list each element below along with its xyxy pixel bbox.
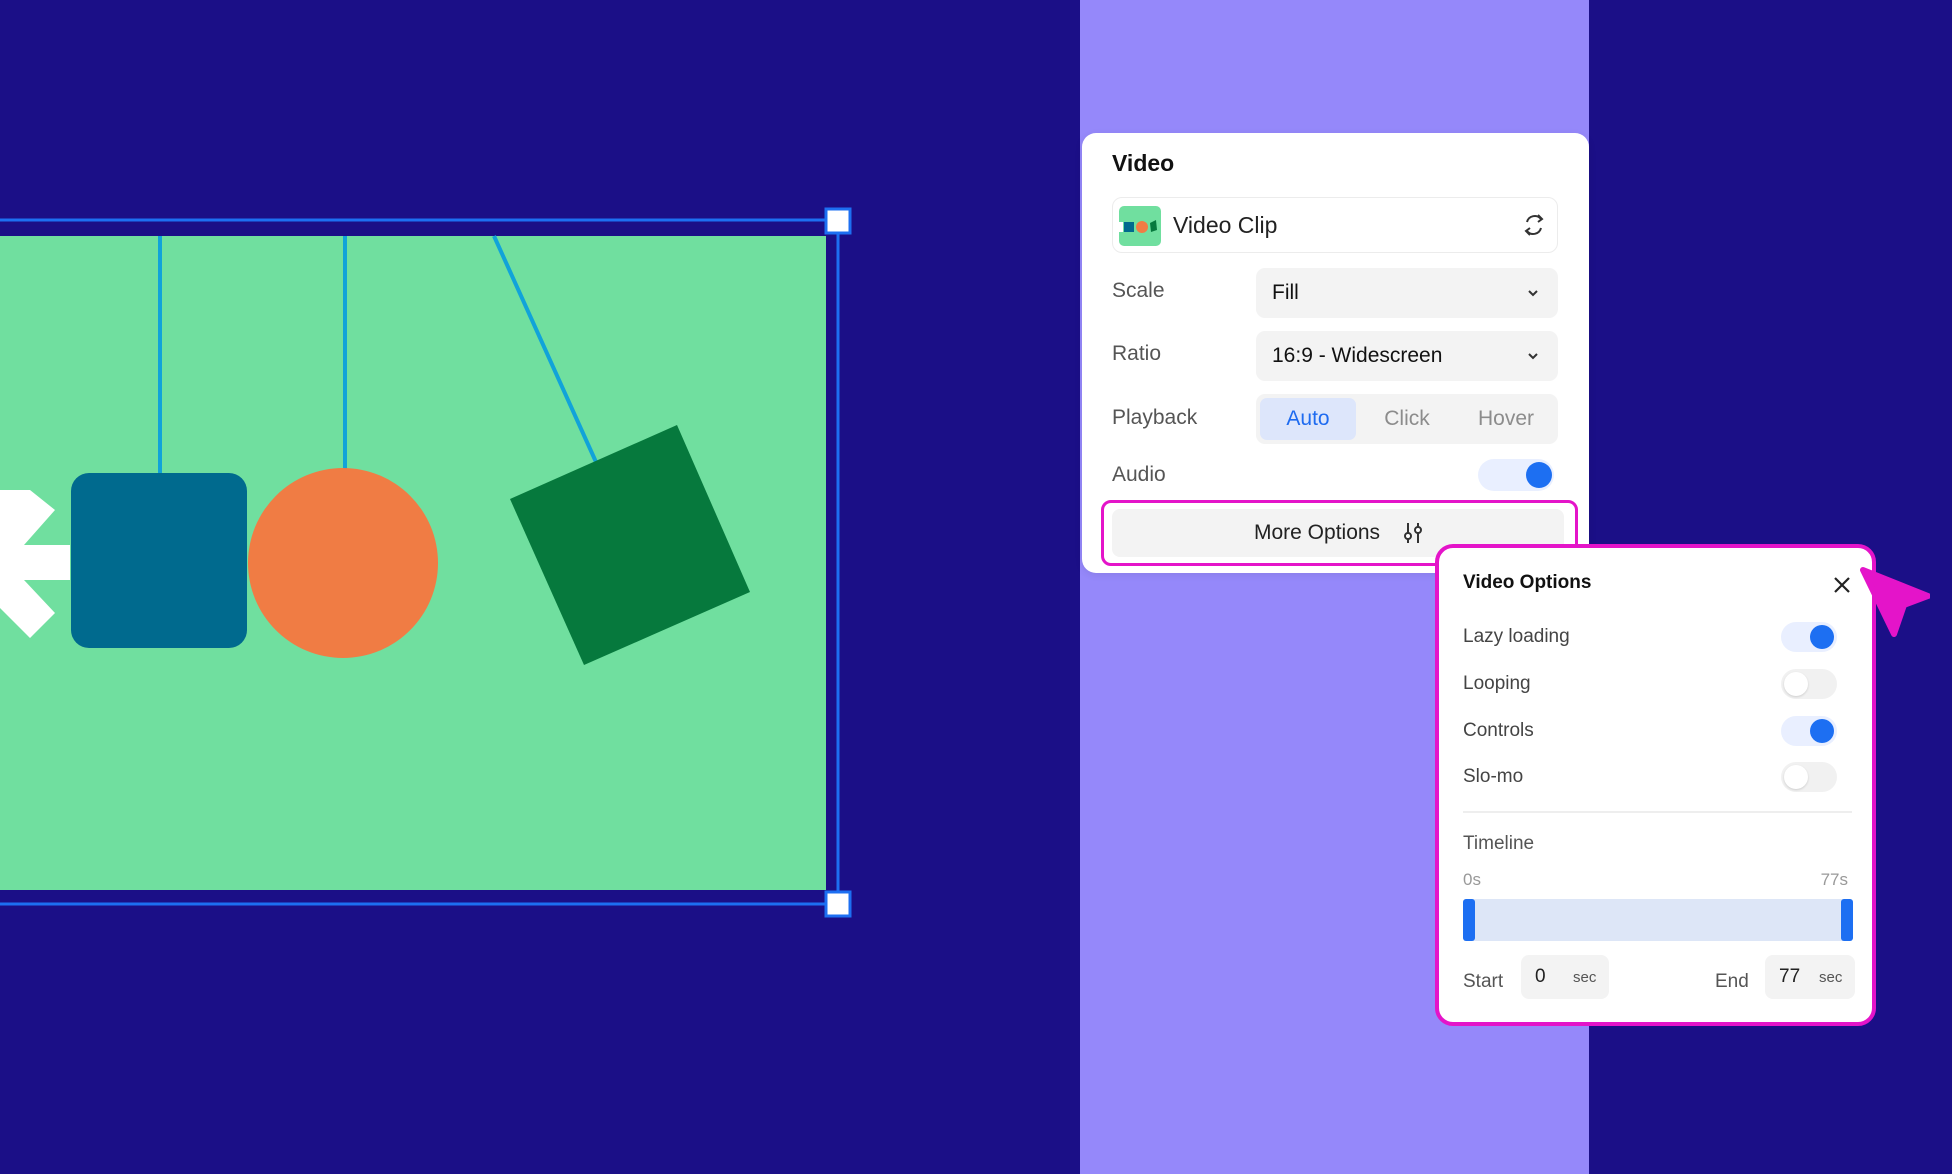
toggle-knob [1810, 625, 1834, 649]
audio-toggle[interactable] [1478, 459, 1554, 491]
pendulum-square [71, 473, 247, 648]
end-time-unit: sec [1819, 969, 1843, 986]
timeline-start-handle[interactable] [1463, 899, 1475, 941]
canvas-artwork[interactable] [0, 0, 1080, 1174]
slo-mo-toggle[interactable] [1781, 762, 1837, 792]
end-time-input[interactable]: 77 sec [1765, 955, 1855, 999]
toggle-knob [1526, 462, 1552, 488]
video-thumbnail [1119, 206, 1161, 246]
playback-label: Playback [1112, 406, 1198, 429]
sliders-icon [1404, 523, 1422, 543]
end-time-value: 77 [1779, 966, 1801, 987]
slo-mo-label: Slo-mo [1463, 766, 1524, 787]
controls-toggle[interactable] [1781, 716, 1837, 746]
toggle-knob [1810, 719, 1834, 743]
chevron-down-icon [1528, 290, 1538, 297]
more-options-label: More Options [1254, 521, 1381, 544]
chevron-down-icon [1528, 353, 1538, 360]
resize-handle-bottom-right[interactable] [824, 890, 852, 918]
cursor-pointer-icon [1860, 567, 1930, 637]
divider [1463, 811, 1852, 813]
popup-title: Video Options [1463, 572, 1592, 593]
panel-title: Video [1112, 150, 1175, 176]
playback-click-button[interactable]: Click [1359, 398, 1455, 440]
start-time-input[interactable]: 0 sec [1521, 955, 1609, 999]
playback-hover-button[interactable]: Hover [1458, 398, 1554, 440]
playback-segmented-control: Auto Click Hover [1256, 394, 1558, 444]
resize-handle-top-right[interactable] [824, 207, 852, 235]
audio-label: Audio [1112, 463, 1166, 486]
scale-select[interactable]: Fill [1256, 268, 1558, 318]
timeline-range-track[interactable] [1463, 899, 1853, 941]
timeline-max-label: 77s [1820, 870, 1848, 889]
timeline-end-handle[interactable] [1841, 899, 1853, 941]
start-time-value: 0 [1535, 966, 1546, 987]
looping-toggle[interactable] [1781, 669, 1837, 699]
scale-label: Scale [1112, 279, 1165, 302]
toggle-knob [1784, 672, 1808, 696]
pendulum-circle [248, 468, 438, 658]
ratio-select[interactable]: 16:9 - Widescreen [1256, 331, 1558, 381]
ratio-value: 16:9 - Widescreen [1272, 344, 1443, 367]
close-icon[interactable] [1832, 575, 1852, 595]
end-label: End [1715, 971, 1749, 992]
timeline-title: Timeline [1463, 833, 1535, 854]
video-clip-name: Video Clip [1173, 212, 1278, 238]
start-time-unit: sec [1573, 969, 1597, 986]
playback-auto-button[interactable]: Auto [1260, 398, 1356, 440]
scale-value: Fill [1272, 281, 1299, 304]
start-label: Start [1463, 971, 1504, 992]
swap-icon[interactable] [1521, 212, 1547, 238]
ratio-label: Ratio [1112, 342, 1162, 365]
toggle-knob [1784, 765, 1808, 789]
lazy-loading-label: Lazy loading [1463, 626, 1570, 647]
looping-label: Looping [1463, 673, 1531, 694]
timeline-min-label: 0s [1463, 870, 1481, 889]
lazy-loading-toggle[interactable] [1781, 622, 1837, 652]
video-clip-row[interactable]: Video Clip [1112, 197, 1558, 253]
controls-label: Controls [1463, 720, 1534, 741]
video-options-popup: Video Options Lazy loading Looping Contr… [1435, 544, 1876, 1026]
